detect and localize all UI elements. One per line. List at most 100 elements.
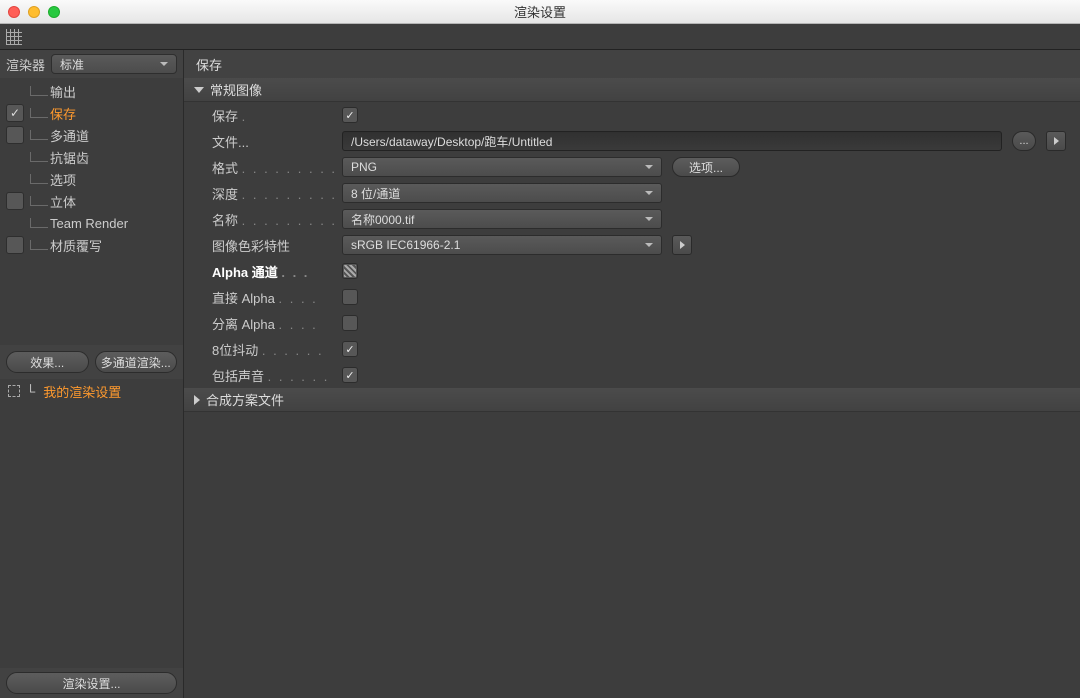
row-format: 格式 . . . . . . . . . PNG 选项... (184, 154, 1080, 180)
sidebar: 渲染器 标准 输出 ✓ 保存 多通道 抗锯齿 (0, 50, 184, 698)
colorprofile-arrow-button[interactable] (672, 235, 692, 255)
traffic-lights (8, 6, 60, 18)
render-settings-button-label: 渲染设置... (62, 675, 120, 692)
window-title: 渲染设置 (514, 2, 566, 21)
window-titlebar: 渲染设置 (0, 0, 1080, 24)
row-depth-label: 深度 (212, 187, 238, 202)
row-colorprofile-label: 图像色彩特性 (212, 239, 290, 254)
sidebar-item-output[interactable]: 输出 (0, 80, 183, 102)
zoom-icon[interactable] (48, 6, 60, 18)
sidebar-item-stereo[interactable]: 立体 (0, 190, 183, 212)
separate-alpha-checkbox[interactable] (342, 315, 358, 331)
format-options-button[interactable]: 选项... (672, 157, 740, 177)
row-dither-label: 8位抖动 (212, 343, 258, 358)
renderer-label: 渲染器 (6, 55, 45, 74)
file-path-input[interactable]: /Users/dataway/Desktop/跑车/Untitled (342, 131, 1002, 151)
content-body: 常规图像 保存 . 文件... /Users/dataway/Desktop/跑… (184, 78, 1080, 698)
tree-branch-icon: └ (26, 384, 35, 399)
name-select-value: 名称0000.tif (351, 211, 414, 228)
section-regular-head[interactable]: 常规图像 (184, 78, 1080, 102)
sound-checkbox[interactable] (342, 367, 358, 383)
row-name-label: 名称 (212, 213, 238, 228)
sidebar-item-label: 输出 (50, 82, 76, 101)
main-area: 渲染器 标准 输出 ✓ 保存 多通道 抗锯齿 (0, 50, 1080, 698)
footer-button-row: 渲染设置... (0, 668, 183, 698)
row-depth: 深度 . . . . . . . . . 8 位/通道 (184, 180, 1080, 206)
section-regular: 常规图像 保存 . 文件... /Users/dataway/Desktop/跑… (184, 78, 1080, 388)
content-panel: 保存 常规图像 保存 . 文件... /Users/dataway/De (184, 50, 1080, 698)
row-save-label: 保存 (212, 109, 238, 124)
row-straight-alpha: 直接 Alpha . . . . (184, 284, 1080, 310)
section-composite-head[interactable]: 合成方案文件 (184, 388, 1080, 412)
depth-select-value: 8 位/通道 (351, 185, 400, 202)
sidebar-check-save[interactable]: ✓ (6, 104, 24, 122)
renderer-row: 渲染器 标准 (0, 50, 183, 78)
multipass-render-button-label: 多通道渲染... (101, 354, 171, 371)
dither-checkbox[interactable] (342, 341, 358, 357)
sidebar-check-stereo[interactable] (6, 192, 24, 210)
row-sound: 包括声音 . . . . . . (184, 362, 1080, 388)
row-separate-alpha: 分离 Alpha . . . . (184, 310, 1080, 336)
sidebar-item-label: 材质覆写 (50, 236, 102, 255)
colorprofile-value: sRGB IEC61966-2.1 (351, 238, 460, 252)
row-name: 名称 . . . . . . . . . 名称0000.tif (184, 206, 1080, 232)
save-checkbox[interactable] (342, 107, 358, 123)
sidebar-item-label: 抗锯齿 (50, 148, 89, 167)
renderer-select[interactable]: 标准 (51, 54, 177, 74)
chevron-down-icon (194, 87, 204, 93)
sidebar-check-matoverride[interactable] (6, 236, 24, 254)
section-regular-title: 常规图像 (210, 80, 262, 99)
chevron-right-icon (194, 395, 200, 405)
file-browse-button[interactable]: ... (1012, 131, 1036, 151)
sidebar-item-label: Team Render (50, 216, 128, 231)
row-colorprofile: 图像色彩特性 sRGB IEC61966-2.1 (184, 232, 1080, 258)
section-composite-title: 合成方案文件 (206, 390, 284, 409)
sidebar-item-save[interactable]: ✓ 保存 (0, 102, 183, 124)
minimize-icon[interactable] (28, 6, 40, 18)
straight-alpha-checkbox[interactable] (342, 289, 358, 305)
content-header: 保存 (184, 50, 1080, 78)
effects-button-label: 效果... (30, 354, 64, 371)
row-sound-label: 包括声音 (212, 369, 264, 384)
section-composite: 合成方案文件 (184, 388, 1080, 412)
row-file-label: 文件... (212, 135, 249, 150)
name-select[interactable]: 名称0000.tif (342, 209, 662, 229)
content-title: 保存 (196, 55, 222, 74)
effects-button[interactable]: 效果... (6, 351, 89, 373)
sidebar-check-multipass[interactable] (6, 126, 24, 144)
sidebar-list: 输出 ✓ 保存 多通道 抗锯齿 选项 立体 (0, 78, 183, 345)
sidebar-item-label: 保存 (50, 104, 76, 123)
format-select[interactable]: PNG (342, 157, 662, 177)
tool-strip (0, 24, 1080, 50)
row-save: 保存 . (184, 102, 1080, 128)
row-format-label: 格式 (212, 161, 238, 176)
my-render-settings-row[interactable]: └ 我的渲染设置 (0, 379, 183, 403)
multipass-render-button[interactable]: 多通道渲染... (95, 351, 178, 373)
colorprofile-field[interactable]: sRGB IEC61966-2.1 (342, 235, 662, 255)
alpha-checkbox[interactable] (342, 263, 358, 279)
sidebar-item-options[interactable]: 选项 (0, 168, 183, 190)
row-dither: 8位抖动 . . . . . . (184, 336, 1080, 362)
sidebar-item-label: 选项 (50, 170, 76, 189)
format-select-value: PNG (351, 160, 377, 174)
row-alpha-label: Alpha 通道 (212, 265, 278, 280)
file-next-button[interactable] (1046, 131, 1066, 151)
renderer-select-value: 标准 (60, 56, 84, 73)
row-file: 文件... /Users/dataway/Desktop/跑车/Untitled… (184, 128, 1080, 154)
render-settings-button[interactable]: 渲染设置... (6, 672, 177, 694)
sidebar-item-label: 多通道 (50, 126, 89, 145)
row-straight-label: 直接 Alpha (212, 291, 275, 306)
grid-icon[interactable] (6, 29, 22, 45)
close-icon[interactable] (8, 6, 20, 18)
sidebar-item-antialias[interactable]: 抗锯齿 (0, 146, 183, 168)
sidebar-item-teamrender[interactable]: Team Render (0, 212, 183, 234)
sidebar-item-label: 立体 (50, 192, 76, 211)
my-render-settings-label: 我的渲染设置 (43, 382, 121, 401)
row-alpha: Alpha 通道 . . . (184, 258, 1080, 284)
sidebar-item-matoverride[interactable]: 材质覆写 (0, 234, 183, 256)
effect-row: 效果... 多通道渲染... (0, 345, 183, 379)
file-path-value: /Users/dataway/Desktop/跑车/Untitled (351, 133, 552, 150)
sidebar-item-multipass[interactable]: 多通道 (0, 124, 183, 146)
row-separate-label: 分离 Alpha (212, 317, 275, 332)
depth-select[interactable]: 8 位/通道 (342, 183, 662, 203)
